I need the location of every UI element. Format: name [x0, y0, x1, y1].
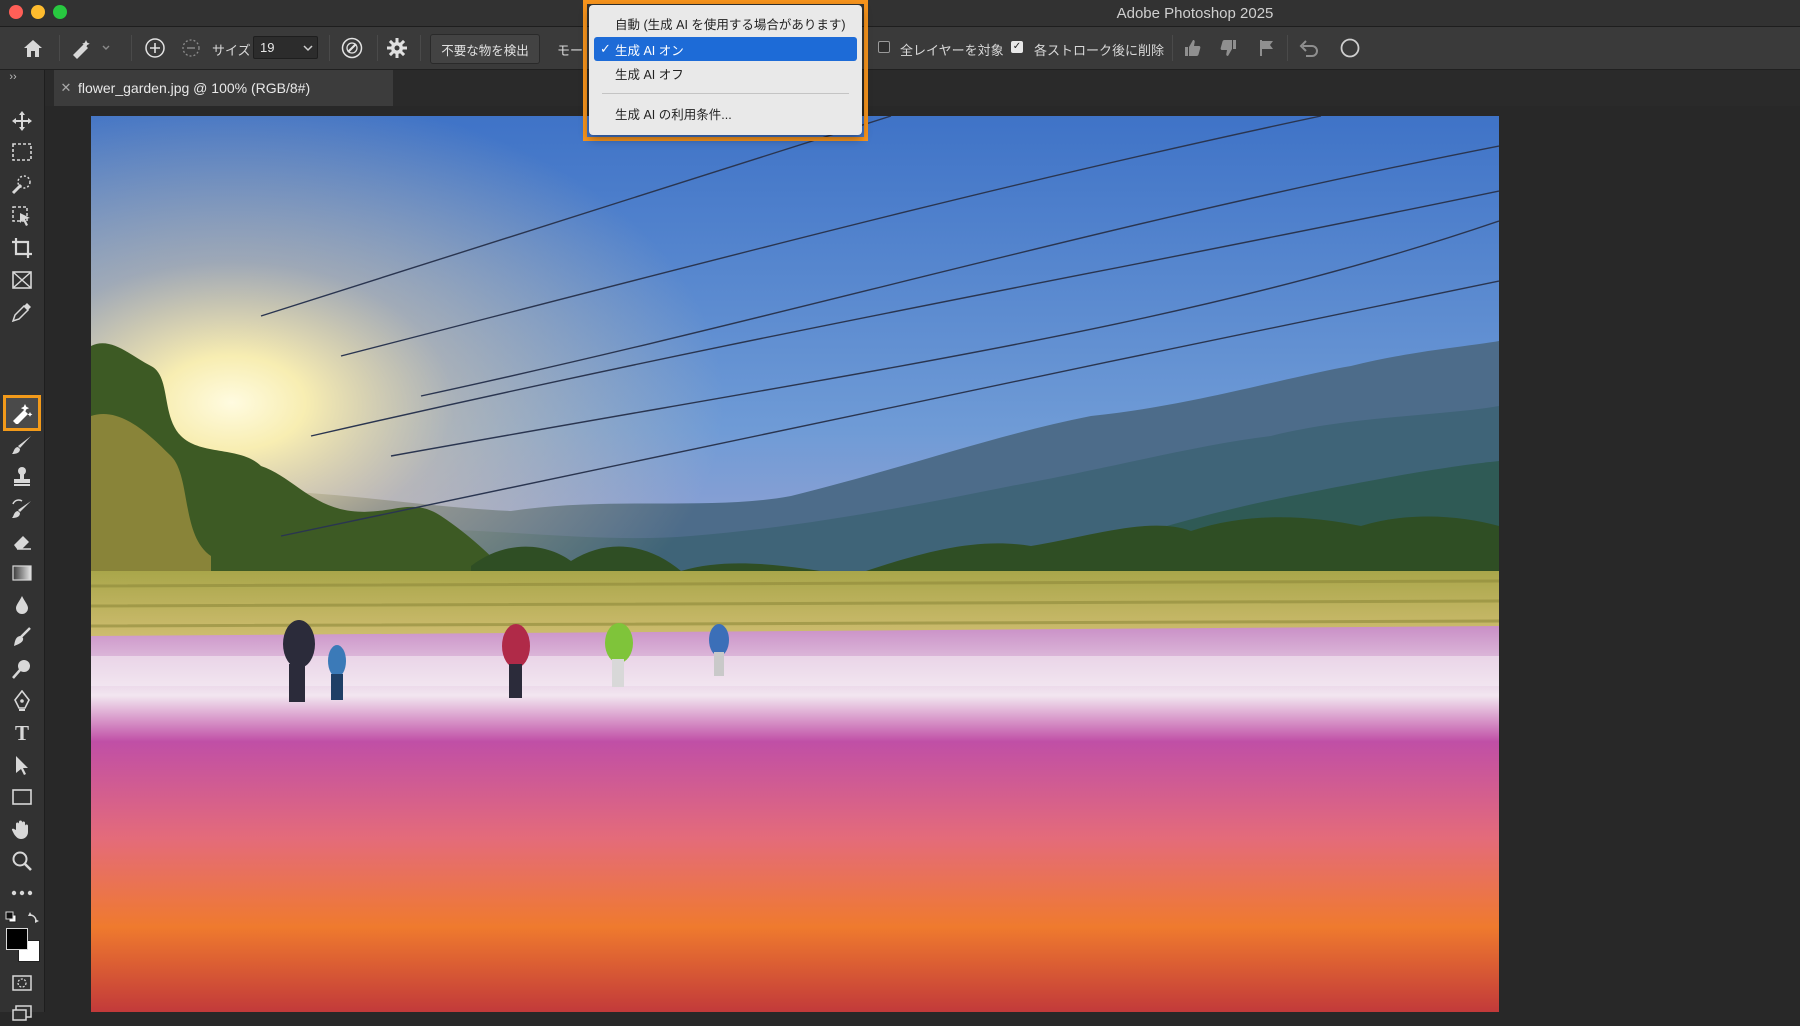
tools-panel: ›› T	[0, 70, 45, 1021]
document-tab-bar: ✕ flower_garden.jpg @ 100% (RGB/8#)	[45, 70, 1800, 106]
crop-tool-icon[interactable]	[9, 235, 35, 261]
pen-tool-icon[interactable]	[9, 688, 35, 714]
thumbs-up-icon[interactable]	[1181, 37, 1203, 59]
pressure-size-icon[interactable]	[339, 36, 365, 60]
mode-option-generative-on[interactable]: ✓ 生成 AI オン	[594, 37, 857, 61]
remove-tool-icon[interactable]	[9, 400, 35, 426]
all-layers-checkbox[interactable]	[878, 41, 890, 53]
mode-option-auto[interactable]: 自動 (生成 AI を使用する場合があります)	[594, 11, 857, 35]
minimize-window-button[interactable]	[31, 5, 45, 19]
thumbs-down-icon[interactable]	[1218, 37, 1240, 59]
rectangle-tool-icon[interactable]	[9, 784, 35, 810]
generative-ai-terms-item[interactable]: 生成 AI の利用条件...	[594, 101, 857, 125]
eraser-tool-icon[interactable]	[9, 528, 35, 554]
quick-selection-tool-icon[interactable]	[9, 171, 35, 197]
close-tab-icon[interactable]: ✕	[54, 80, 78, 96]
find-distractions-label: 不要な物を検出	[441, 43, 529, 58]
all-layers-label: 全レイヤーを対象	[900, 43, 1004, 58]
brush-tool-icon[interactable]	[9, 432, 35, 458]
eyedropper-tool-icon[interactable]	[9, 299, 35, 325]
close-window-button[interactable]	[9, 5, 23, 19]
remove-after-stroke-label: 各ストローク後に削除	[1034, 43, 1165, 58]
circle-icon[interactable]	[1338, 36, 1362, 60]
options-bar: サイズ 19 不要な物を検出 モード 全レイヤーを対象 ✓ 各ストローク後に削除	[0, 27, 1800, 70]
swap-colors-icon[interactable]	[27, 910, 41, 924]
zoom-tool-icon[interactable]	[9, 848, 35, 874]
move-tool-icon[interactable]	[9, 108, 35, 134]
add-brush-icon[interactable]	[143, 36, 167, 60]
hand-tool-icon[interactable]	[9, 816, 35, 842]
history-brush-tool-icon[interactable]	[9, 496, 35, 522]
title-bar: Adobe Photoshop 2025	[0, 0, 1800, 27]
generative-ai-terms-label: 生成 AI の利用条件...	[615, 107, 732, 122]
mode-dropdown-menu: 自動 (生成 AI を使用する場合があります) ✓ 生成 AI オン 生成 AI…	[589, 5, 862, 135]
smudge-tool-icon[interactable]	[9, 624, 35, 650]
mode-option-generative-on-label: 生成 AI オン	[615, 43, 684, 58]
mode-option-generative-off[interactable]: 生成 AI オフ	[594, 61, 857, 85]
home-icon[interactable]	[20, 36, 46, 60]
remove-after-stroke-checkbox[interactable]: ✓	[1011, 41, 1023, 53]
default-colors-icon[interactable]	[4, 910, 18, 924]
quick-mask-icon[interactable]	[9, 970, 35, 996]
screen-mode-icon[interactable]	[9, 1000, 35, 1026]
blur-tool-icon[interactable]	[9, 592, 35, 618]
document-image[interactable]	[91, 116, 1499, 1012]
menu-divider	[602, 93, 849, 94]
expand-panel-icon[interactable]: ››	[6, 71, 20, 83]
document-tab-title: flower_garden.jpg @ 100% (RGB/8#)	[78, 80, 311, 96]
object-selection-tool-icon[interactable]	[9, 203, 35, 229]
chevron-down-icon[interactable]	[300, 40, 316, 56]
foreground-color-swatch[interactable]	[6, 928, 28, 950]
subtract-brush-icon[interactable]	[179, 36, 203, 60]
type-tool-icon[interactable]: T	[9, 720, 35, 746]
mode-option-generative-off-label: 生成 AI オフ	[615, 67, 684, 82]
path-selection-tool-icon[interactable]	[9, 752, 35, 778]
find-distractions-button[interactable]: 不要な物を検出	[430, 34, 540, 64]
gradient-tool-icon[interactable]	[9, 560, 35, 586]
dodge-tool-icon[interactable]	[9, 656, 35, 682]
mode-option-auto-label: 自動 (生成 AI を使用する場合があります)	[615, 17, 846, 32]
document-tab[interactable]: ✕ flower_garden.jpg @ 100% (RGB/8#)	[54, 70, 393, 106]
gear-icon[interactable]	[385, 36, 409, 60]
more-tools-icon[interactable]	[9, 880, 35, 906]
app-title: Adobe Photoshop 2025	[1116, 5, 1274, 22]
size-label: サイズ	[212, 43, 251, 58]
checkmark-icon: ✓	[600, 41, 611, 56]
clone-stamp-tool-icon[interactable]	[9, 464, 35, 490]
tool-preset-picker[interactable]	[70, 35, 110, 61]
size-value: 19	[260, 40, 275, 55]
undo-icon[interactable]	[1297, 36, 1321, 60]
flag-icon[interactable]	[1256, 37, 1278, 59]
marquee-tool-icon[interactable]	[9, 139, 35, 165]
frame-tool-icon[interactable]	[9, 267, 35, 293]
zoom-window-button[interactable]	[53, 5, 67, 19]
